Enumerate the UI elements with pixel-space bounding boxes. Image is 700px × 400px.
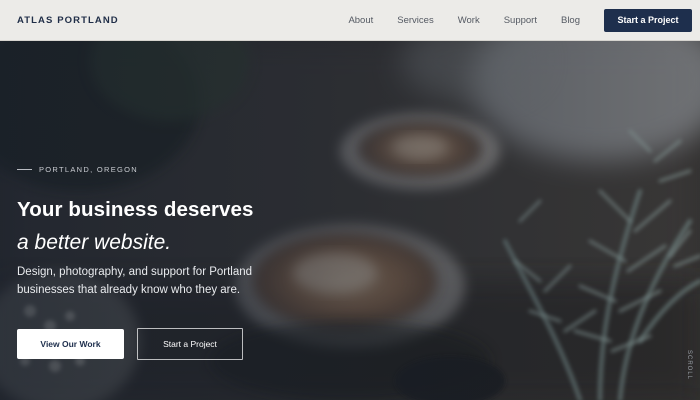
scroll-label: SCROLL bbox=[686, 349, 693, 381]
nav-item-about[interactable]: About bbox=[348, 15, 373, 26]
hero-section: PORTLAND, OREGON Your business deserves … bbox=[0, 41, 700, 400]
eyebrow-divider-line bbox=[17, 169, 32, 170]
hero-subtext: Design, photography, and support for Por… bbox=[17, 266, 253, 296]
start-project-header-button[interactable]: Start a Project bbox=[604, 8, 692, 32]
nav-item-services[interactable]: Services bbox=[397, 15, 433, 26]
site-logo[interactable]: ATLAS PORTLAND bbox=[17, 15, 119, 26]
nav-item-work[interactable]: Work bbox=[458, 15, 480, 26]
view-our-work-button[interactable]: View Our Work bbox=[17, 329, 124, 359]
nav-item-support[interactable]: Support bbox=[504, 15, 537, 26]
scroll-indicator[interactable]: SCROLL bbox=[684, 347, 694, 383]
main-nav: About Services Work Support Blog bbox=[348, 15, 604, 26]
eyebrow-location-text: PORTLAND, OREGON bbox=[39, 165, 139, 174]
hero-headline-line2: a better website. bbox=[17, 231, 172, 254]
nav-item-blog[interactable]: Blog bbox=[561, 15, 580, 26]
start-project-hero-button[interactable]: Start a Project bbox=[137, 328, 243, 360]
hero-headline-line1: Your business deserves bbox=[17, 198, 254, 221]
location-eyebrow: PORTLAND, OREGON bbox=[17, 165, 138, 174]
site-header: ATLAS PORTLAND About Services Work Suppo… bbox=[0, 0, 700, 41]
